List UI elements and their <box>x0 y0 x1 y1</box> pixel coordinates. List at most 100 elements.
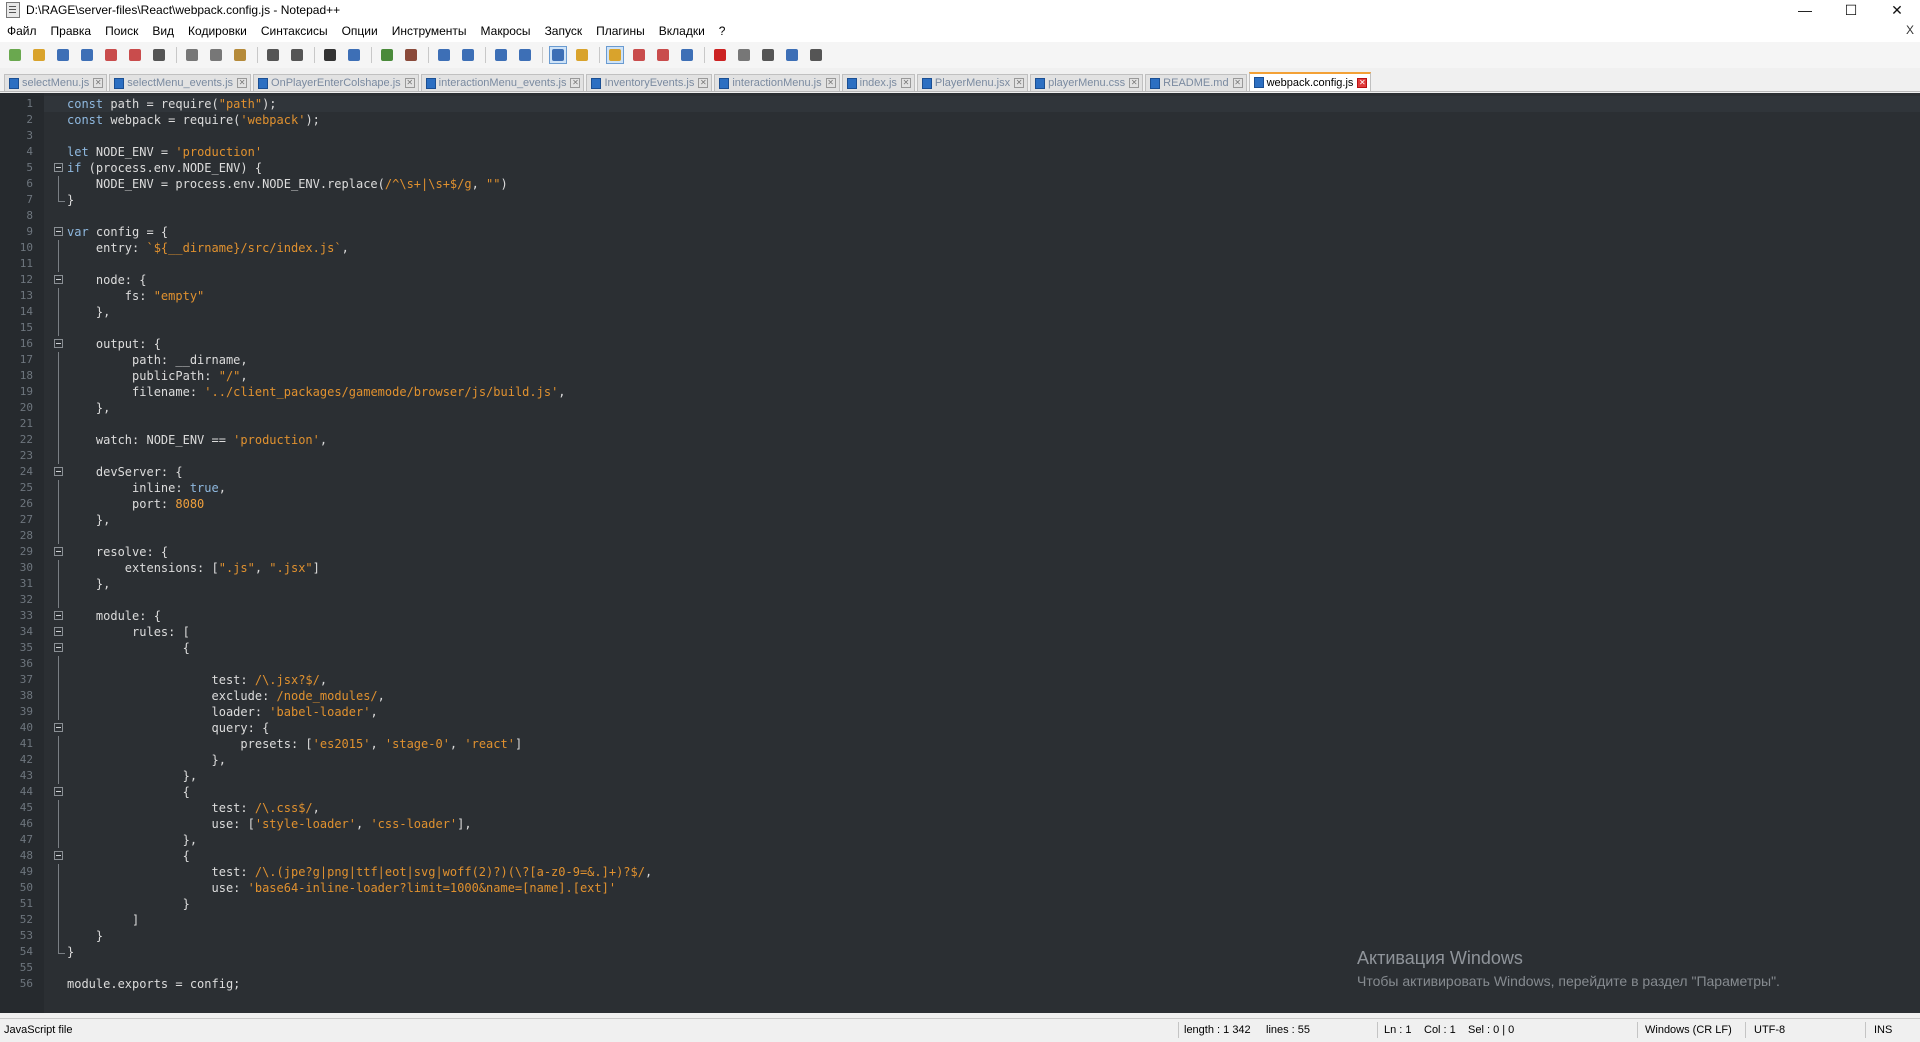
function-list-button[interactable] <box>630 46 648 64</box>
print-button[interactable] <box>150 46 168 64</box>
paste-button[interactable] <box>231 46 249 64</box>
code-token: ".jsx" <box>269 561 313 575</box>
folder-workspace-button[interactable] <box>654 46 672 64</box>
fold-guide <box>58 672 59 688</box>
file-tab[interactable]: selectMenu.js ✕ <box>4 74 108 91</box>
doc-map-button[interactable] <box>606 46 624 64</box>
show-all-chars-button[interactable] <box>516 46 534 64</box>
code-token: fs: <box>67 289 154 303</box>
sync-horizontal-icon <box>462 49 474 61</box>
sync-vertical-button[interactable] <box>435 46 453 64</box>
close-document-button[interactable]: X <box>1906 23 1914 37</box>
monitoring-button[interactable] <box>678 46 696 64</box>
find-button[interactable] <box>321 46 339 64</box>
zoom-out-button[interactable] <box>402 46 420 64</box>
menu-item-10[interactable]: Плагины <box>589 24 652 38</box>
tab-close-icon[interactable]: ✕ <box>698 78 709 88</box>
minimize-button[interactable]: — <box>1782 0 1828 20</box>
menu-item-3[interactable]: Вид <box>145 24 181 38</box>
code-token: 'es2015' <box>312 737 371 751</box>
indent-guide-button[interactable] <box>549 46 567 64</box>
menu-item-7[interactable]: Инструменты <box>385 24 474 38</box>
copy-button[interactable] <box>207 46 225 64</box>
user-language-button[interactable] <box>573 46 591 64</box>
fold-guide <box>58 368 59 384</box>
file-tab[interactable]: playerMenu.css ✕ <box>1030 74 1144 91</box>
fold-toggle-icon[interactable] <box>54 547 63 556</box>
word-wrap-button[interactable] <box>492 46 510 64</box>
play-macro-button[interactable] <box>759 46 777 64</box>
file-tab[interactable]: PlayerMenu.jsx ✕ <box>916 74 1029 91</box>
file-tab[interactable]: InventoryEvents.js ✕ <box>586 74 713 91</box>
maximize-button[interactable]: ☐ <box>1828 0 1874 20</box>
file-tab[interactable]: interactionMenu_events.js ✕ <box>420 74 585 91</box>
tab-close-icon[interactable]: ✕ <box>1357 77 1368 88</box>
save-all-button[interactable] <box>78 46 96 64</box>
file-saved-icon <box>114 77 125 89</box>
menu-item-0[interactable]: Файл <box>0 24 44 38</box>
record-macro-button[interactable] <box>711 46 729 64</box>
menu-item-5[interactable]: Синтаксисы <box>254 24 335 38</box>
tab-close-icon[interactable]: ✕ <box>825 78 836 88</box>
menu-item-1[interactable]: Правка <box>44 24 99 38</box>
run-macro-multiple-button[interactable] <box>783 46 801 64</box>
fold-toggle-icon[interactable] <box>54 275 63 284</box>
tab-close-icon[interactable]: ✕ <box>237 78 248 88</box>
close-window-button[interactable]: ✕ <box>1874 0 1920 20</box>
fold-toggle-icon[interactable] <box>54 851 63 860</box>
fold-toggle-icon[interactable] <box>54 227 63 236</box>
tab-close-icon[interactable]: ✕ <box>1232 78 1243 88</box>
code-text: extensions: [".js", ".jsx"] <box>67 560 320 576</box>
menu-item-6[interactable]: Опции <box>335 24 385 38</box>
code-editor[interactable]: 1 const path = require("path"); 2 const web… <box>0 93 1920 1013</box>
code-line: 8 <box>0 208 1920 224</box>
fold-toggle-icon[interactable] <box>54 339 63 348</box>
tab-close-icon[interactable]: ✕ <box>900 78 911 88</box>
fold-toggle-icon[interactable] <box>54 643 63 652</box>
code-token: , <box>240 369 248 383</box>
code-line: 48 { <box>0 848 1920 864</box>
tab-close-icon[interactable]: ✕ <box>1014 78 1025 88</box>
file-tab[interactable]: interactionMenu.js ✕ <box>714 74 840 91</box>
menu-item-11[interactable]: Вкладки <box>652 24 712 38</box>
code-token: 'production' <box>175 145 263 159</box>
tab-close-icon[interactable]: ✕ <box>93 78 104 88</box>
close-all-button[interactable] <box>126 46 144 64</box>
line-number: 41 <box>19 737 33 750</box>
code-token: /^\s+|\s+$/g <box>384 177 472 191</box>
close-file-button[interactable] <box>102 46 120 64</box>
fold-toggle-icon[interactable] <box>54 467 63 476</box>
new-file-button[interactable] <box>6 46 24 64</box>
code-line: 5 if (process.env.NODE_ENV) { <box>0 160 1920 176</box>
save-macro-button[interactable] <box>807 46 825 64</box>
redo-button[interactable] <box>288 46 306 64</box>
fold-toggle-icon[interactable] <box>54 787 63 796</box>
file-tab[interactable]: selectMenu_events.js ✕ <box>109 74 252 91</box>
fold-toggle-icon[interactable] <box>54 627 63 636</box>
menu-item-2[interactable]: Поиск <box>98 24 145 38</box>
cut-button[interactable] <box>183 46 201 64</box>
replace-button[interactable] <box>345 46 363 64</box>
menu-item-9[interactable]: Запуск <box>538 24 590 38</box>
save-button[interactable] <box>54 46 72 64</box>
fold-toggle-icon[interactable] <box>54 163 63 172</box>
sync-horizontal-button[interactable] <box>459 46 477 64</box>
tab-close-icon[interactable]: ✕ <box>1129 78 1140 88</box>
tab-close-icon[interactable]: ✕ <box>404 78 415 88</box>
menu-item-12[interactable]: ? <box>712 24 733 38</box>
file-tab[interactable]: OnPlayerEnterColshape.js ✕ <box>253 74 419 91</box>
stop-macro-button[interactable] <box>735 46 753 64</box>
file-tab[interactable]: index.js ✕ <box>841 74 915 91</box>
file-tab[interactable]: webpack.config.js ✕ <box>1248 72 1372 91</box>
menu-item-8[interactable]: Макросы <box>474 24 538 38</box>
code-text: let NODE_ENV = 'production' <box>67 144 262 160</box>
open-file-button[interactable] <box>30 46 48 64</box>
tab-close-icon[interactable]: ✕ <box>570 78 581 88</box>
code-text: devServer: { <box>67 464 183 480</box>
fold-toggle-icon[interactable] <box>54 611 63 620</box>
undo-button[interactable] <box>264 46 282 64</box>
menu-item-4[interactable]: Кодировки <box>181 24 254 38</box>
file-tab[interactable]: README.md ✕ <box>1145 74 1247 91</box>
fold-toggle-icon[interactable] <box>54 723 63 732</box>
zoom-in-button[interactable] <box>378 46 396 64</box>
